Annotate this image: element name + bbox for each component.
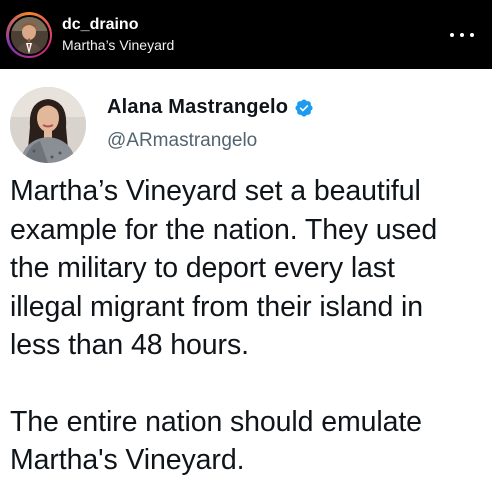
tweet-text-line: illegal migrant from their island in — [10, 290, 423, 323]
tweet-text-line: less than 48 hours. — [10, 329, 249, 361]
tweet-text-line: The entire nation should emulate — [10, 405, 422, 438]
instagram-post-header: dc_draino Martha’s Vineyard — [0, 0, 492, 69]
tweet-author-handle[interactable]: @ARmastrangelo — [107, 130, 257, 152]
tweet-author-row: Alana Mastrangelo — [107, 96, 314, 119]
tweet-text: Martha’s Vineyard set a beautiful exampl… — [10, 172, 488, 480]
profile-photo-icon — [10, 16, 48, 54]
post-username[interactable]: dc_draino — [62, 15, 174, 35]
tweet-text-line: example for the nation. They used — [10, 213, 438, 246]
profile-avatar[interactable] — [10, 16, 48, 54]
post-location[interactable]: Martha’s Vineyard — [62, 36, 174, 54]
dot-icon — [460, 33, 464, 37]
story-ring[interactable] — [6, 12, 52, 58]
verified-badge-icon — [295, 98, 313, 117]
post-header-text: dc_draino Martha’s Vineyard — [62, 15, 174, 54]
more-horizontal-icon[interactable] — [450, 27, 474, 43]
tweet-text-line: the military to deport every last — [10, 252, 395, 284]
tweet-text-line: Martha's Vineyard. — [10, 444, 245, 476]
avatar-border — [8, 14, 50, 56]
tweet-author-name[interactable]: Alana Mastrangelo — [107, 96, 288, 119]
dot-icon — [470, 33, 474, 37]
tweet-author-avatar[interactable] — [10, 87, 86, 163]
dot-icon — [450, 33, 454, 37]
tweet-text-line: Martha’s Vineyard set a beautiful — [10, 175, 421, 207]
author-photo-icon — [10, 87, 86, 163]
tweet-card: Alana Mastrangelo @ARmastrangelo Martha’… — [0, 69, 492, 500]
